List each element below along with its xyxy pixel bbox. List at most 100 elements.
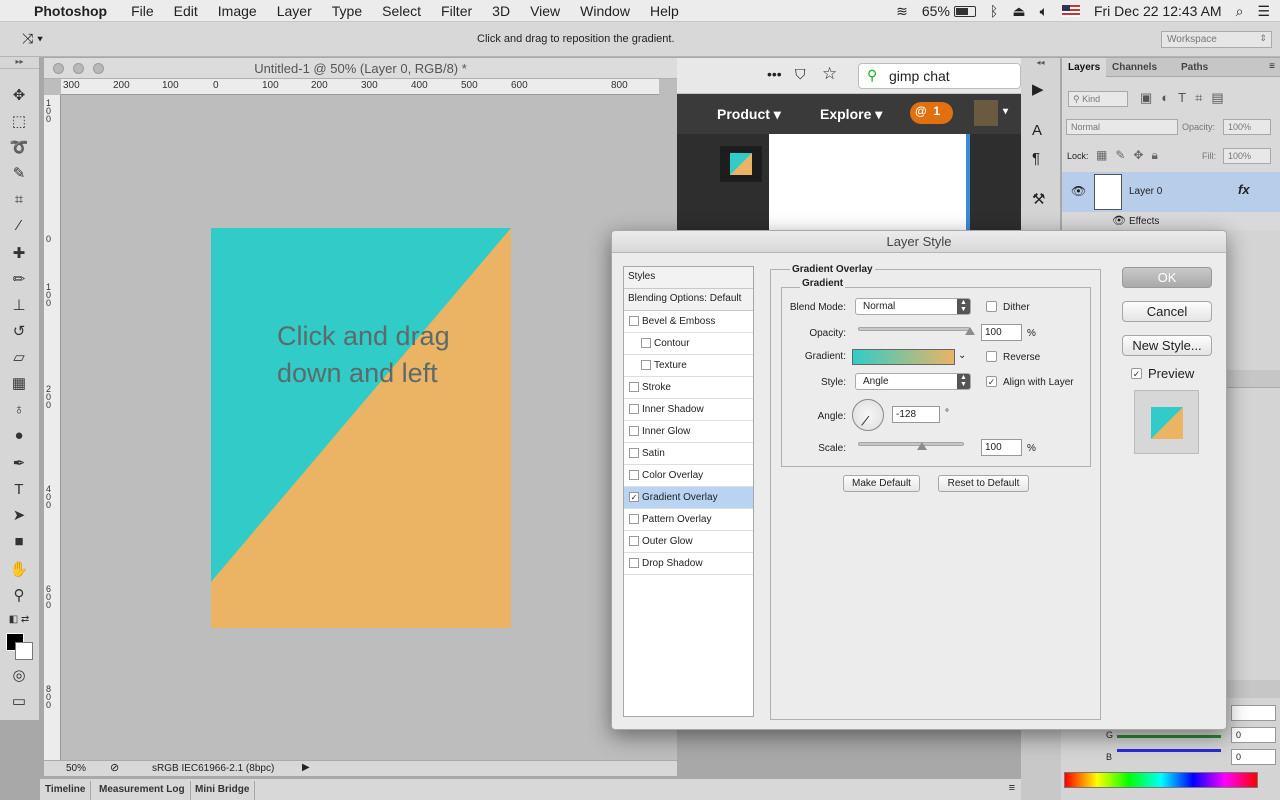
battery-status[interactable]: 65%: [922, 3, 976, 19]
blue-value-field[interactable]: 0: [1231, 749, 1276, 765]
nav-explore[interactable]: Explore ▾: [820, 106, 882, 123]
quick-mask-icon[interactable]: ◎: [8, 665, 30, 687]
tab-timeline[interactable]: Timeline: [40, 781, 92, 800]
filter-kind-select[interactable]: ⚲ Kind: [1068, 91, 1128, 107]
lock-icons[interactable]: ▦✎✥🔒︎: [1096, 148, 1166, 163]
character-icon[interactable]: A: [1032, 122, 1042, 139]
blend-mode-select[interactable]: Normal: [1066, 119, 1178, 135]
more-icon[interactable]: •••: [767, 66, 782, 82]
collapse-icon[interactable]: ◂◂: [1021, 58, 1060, 70]
horizontal-ruler[interactable]: 300 200 100 0 100 200 300 400 500 600 80…: [61, 79, 659, 95]
scale-slider-thumb[interactable]: [916, 442, 927, 450]
healing-brush-tool-icon[interactable]: ✚: [8, 243, 30, 265]
style-item[interactable]: Bevel & Emboss: [624, 311, 753, 333]
bluetooth-icon[interactable]: ᛒ: [990, 3, 998, 19]
style-item[interactable]: Satin: [624, 443, 753, 465]
play-icon[interactable]: ▶: [1032, 80, 1044, 98]
brush-tool-icon[interactable]: ✏: [8, 269, 30, 291]
tab-layers[interactable]: Layers: [1062, 58, 1107, 77]
zoom-tool-icon[interactable]: ⚲: [8, 585, 30, 607]
visibility-eye-icon[interactable]: 👁︎: [1071, 184, 1086, 198]
style-item[interactable]: Texture: [624, 355, 753, 377]
ok-button[interactable]: OK: [1122, 267, 1212, 288]
background-color-swatch[interactable]: [15, 642, 33, 660]
menu-edit[interactable]: Edit: [174, 3, 198, 19]
menu-filter[interactable]: Filter: [441, 3, 472, 19]
marquee-tool-icon[interactable]: ⬚: [8, 111, 30, 133]
crop-tool-icon[interactable]: ⌗: [8, 189, 30, 211]
tab-paths[interactable]: Paths: [1175, 58, 1214, 77]
style-item[interactable]: Color Overlay: [624, 465, 753, 487]
style-item-checkbox[interactable]: [629, 426, 639, 436]
tab-channels[interactable]: Channels: [1106, 58, 1163, 77]
green-slider[interactable]: [1117, 735, 1221, 738]
visibility-eye-icon[interactable]: 👁︎: [1112, 214, 1126, 227]
angle-field[interactable]: -128: [892, 406, 940, 423]
volume-icon[interactable]: 🔈︎: [1040, 3, 1048, 20]
paragraph-icon[interactable]: ¶: [1032, 150, 1040, 167]
menu-3d[interactable]: 3D: [492, 3, 510, 19]
chevron-down-icon[interactable]: ▾: [1003, 106, 1008, 117]
angle-dial[interactable]: [852, 399, 884, 431]
style-item-checkbox[interactable]: [629, 514, 639, 524]
chevron-down-icon[interactable]: ⌄: [958, 350, 966, 361]
style-item-checkbox[interactable]: ✓: [629, 492, 639, 502]
style-item[interactable]: Pattern Overlay: [624, 509, 753, 531]
tab-mini-bridge[interactable]: Mini Bridge: [190, 781, 256, 800]
color-field[interactable]: [1231, 705, 1276, 721]
clone-stamp-tool-icon[interactable]: ⊥: [8, 295, 30, 317]
rectangle-tool-icon[interactable]: ■: [8, 531, 30, 553]
style-item[interactable]: Contour: [624, 333, 753, 355]
eyedropper-tool-icon[interactable]: ⁄: [8, 215, 30, 237]
tab-measurement-log[interactable]: Measurement Log: [94, 781, 191, 800]
cancel-button[interactable]: Cancel: [1122, 301, 1212, 322]
effects-row[interactable]: 👁︎ Effects: [1062, 212, 1280, 230]
notification-center-icon[interactable]: ☰: [1257, 3, 1270, 20]
layer-fill-field[interactable]: 100%: [1223, 148, 1271, 164]
screen-mode-icon[interactable]: ▭: [8, 691, 30, 713]
path-select-tool-icon[interactable]: ➤: [8, 505, 30, 527]
swap-colors-icon[interactable]: ◧ ⇄: [8, 609, 30, 631]
blend-mode-select[interactable]: Normal ▲ ▼: [855, 298, 971, 315]
style-item[interactable]: Stroke: [624, 377, 753, 399]
panel-menu-icon[interactable]: ≡: [1009, 782, 1015, 794]
quick-select-tool-icon[interactable]: ✎: [8, 163, 30, 185]
scale-field[interactable]: 100: [981, 439, 1022, 456]
styles-header[interactable]: Styles: [624, 267, 753, 289]
canvas-artboard[interactable]: [211, 228, 511, 628]
opacity-slider-thumb[interactable]: [965, 327, 975, 335]
menu-image[interactable]: Image: [218, 3, 257, 19]
style-item[interactable]: Inner Glow: [624, 421, 753, 443]
menu-window[interactable]: Window: [580, 3, 630, 19]
avatar[interactable]: [974, 100, 998, 126]
notifications-badge[interactable]: @ 1: [910, 102, 953, 124]
menu-view[interactable]: View: [530, 3, 560, 19]
style-item[interactable]: ✓ Gradient Overlay: [624, 487, 753, 509]
preview-checkbox[interactable]: ✓: [1131, 368, 1142, 379]
dither-checkbox[interactable]: [986, 301, 997, 312]
style-item-checkbox[interactable]: [629, 536, 639, 546]
style-item-checkbox[interactable]: [629, 558, 639, 568]
color-spectrum-bar[interactable]: [1064, 772, 1258, 788]
status-menu-arrow-icon[interactable]: ▶: [302, 762, 310, 773]
panel-grip-icon[interactable]: ▸▸: [0, 57, 39, 69]
app-menu[interactable]: Photoshop: [34, 3, 107, 19]
style-item[interactable]: Inner Shadow: [624, 399, 753, 421]
style-item[interactable]: Drop Shadow: [624, 553, 753, 575]
menu-file[interactable]: File: [131, 3, 154, 19]
panel-menu-icon[interactable]: ≡: [1269, 61, 1275, 72]
style-item-checkbox[interactable]: [629, 470, 639, 480]
document-titlebar[interactable]: Untitled-1 @ 50% (Layer 0, RGB/8) *: [44, 58, 677, 79]
layer-name[interactable]: Layer 0: [1129, 186, 1162, 197]
spotlight-icon[interactable]: ⌕: [1236, 3, 1244, 20]
hand-tool-icon[interactable]: ✋: [8, 559, 30, 581]
fx-icon[interactable]: fx: [1238, 182, 1250, 197]
blur-tool-icon[interactable]: ♁: [8, 399, 30, 421]
make-default-button[interactable]: Make Default: [843, 475, 920, 492]
style-item-checkbox[interactable]: [629, 316, 639, 326]
tool-presets-icon[interactable]: ⚒: [1032, 190, 1045, 208]
workspace-select[interactable]: Workspace ⇕: [1161, 31, 1272, 48]
style-item-checkbox[interactable]: [629, 382, 639, 392]
nav-product[interactable]: Product ▾: [717, 106, 781, 123]
align-with-layer-checkbox[interactable]: ✓: [986, 376, 997, 387]
